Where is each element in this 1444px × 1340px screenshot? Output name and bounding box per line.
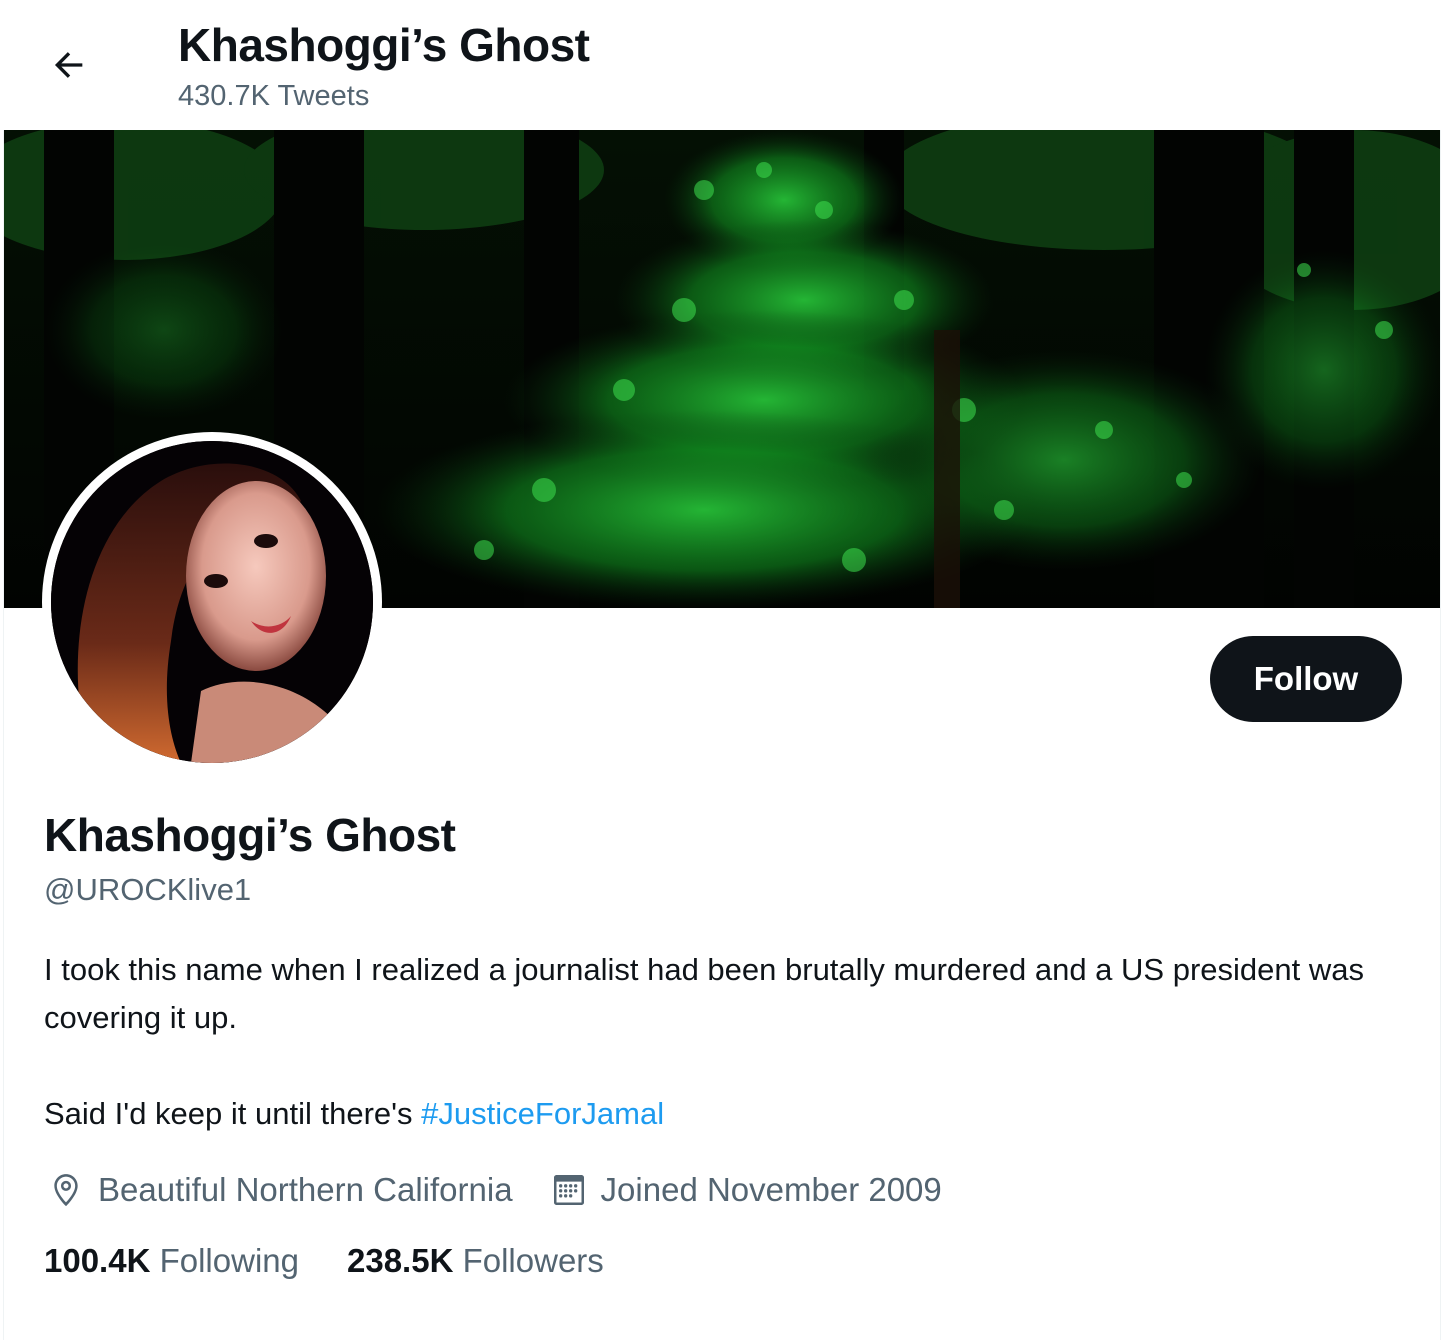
calendar-icon: [547, 1168, 591, 1212]
followers-count: 238.5K: [347, 1242, 454, 1279]
bio-prefix: Said I'd keep it until there's: [44, 1096, 422, 1131]
avatar-photo: [51, 441, 373, 763]
top-bar: Khashoggi’s Ghost 430.7K Tweets: [0, 0, 1444, 130]
back-button[interactable]: [36, 34, 102, 100]
follow-stats: 100.4K Following 238.5K Followers: [44, 1242, 652, 1280]
avatar[interactable]: [42, 432, 382, 772]
joined-date: Joined November 2009: [547, 1168, 942, 1212]
followers-label: Followers: [462, 1242, 604, 1279]
location-text: Beautiful Northern California: [98, 1171, 513, 1208]
header-tweet-count: 430.7K Tweets: [178, 80, 370, 112]
following-count: 100.4K: [44, 1242, 151, 1279]
hashtag-link[interactable]: #JusticeForJamal: [421, 1096, 664, 1131]
arrow-left-icon: [49, 45, 89, 90]
following-link[interactable]: 100.4K Following: [44, 1242, 299, 1280]
bio-text: I took this name when I realized a journ…: [44, 952, 1364, 1035]
display-name: Khashoggi’s Ghost: [44, 809, 456, 861]
joined-text: Joined November 2009: [600, 1171, 942, 1208]
user-handle: @UROCKlive1: [44, 872, 252, 907]
profile-meta: Beautiful Northern California Joined Nov…: [44, 1164, 976, 1216]
followers-link[interactable]: 238.5K Followers: [347, 1242, 604, 1280]
bio-text-2: Said I'd keep it until there's #JusticeF…: [44, 1090, 1404, 1138]
following-label: Following: [159, 1242, 299, 1279]
location: Beautiful Northern California: [44, 1168, 513, 1212]
follow-button[interactable]: Follow: [1210, 636, 1402, 722]
header-title: Khashoggi’s Ghost: [178, 19, 590, 71]
location-pin-icon: [44, 1168, 88, 1212]
bio: I took this name when I realized a journ…: [44, 946, 1404, 1138]
